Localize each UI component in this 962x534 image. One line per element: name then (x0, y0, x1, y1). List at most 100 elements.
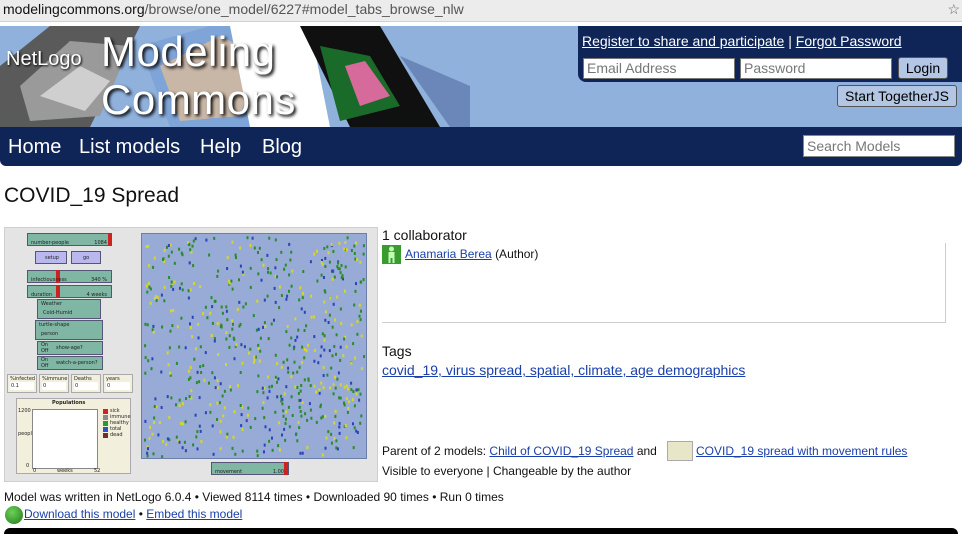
slider-value: 1084 (94, 240, 107, 246)
agent-mark (360, 414, 363, 418)
agent-mark (189, 322, 191, 326)
modeling-commons-logo-text[interactable]: Modeling Commons (101, 28, 470, 124)
agent-mark (333, 437, 336, 440)
nav-home[interactable]: Home (8, 136, 61, 159)
forgot-password-link[interactable]: Forgot Password (796, 33, 902, 49)
agent-mark (238, 324, 241, 328)
agent-mark (191, 244, 194, 248)
agent-mark (271, 384, 273, 388)
agent-mark (296, 386, 299, 389)
agent-mark (274, 375, 277, 379)
agent-mark (362, 244, 365, 248)
nav-blog[interactable]: Blog (262, 136, 302, 159)
agent-mark (196, 430, 199, 434)
button-label: go (83, 255, 90, 261)
agent-mark (210, 296, 213, 300)
agent-mark (214, 386, 217, 390)
agent-mark (252, 360, 255, 364)
password-field[interactable]: Password (740, 58, 892, 79)
agent-mark (292, 371, 295, 375)
agent-mark (195, 381, 198, 385)
agent-mark (257, 272, 260, 276)
agent-mark (196, 447, 199, 451)
agent-mark (172, 287, 175, 291)
model-preview-image[interactable]: number-people 1084 setup go infectiousne… (4, 227, 378, 482)
agent-mark (196, 370, 199, 374)
agent-mark (219, 430, 222, 434)
agent-mark (171, 324, 174, 328)
bookmark-star-icon[interactable]: ☆ (947, 0, 960, 18)
agent-mark (180, 282, 183, 286)
download-globe-icon[interactable] (5, 506, 23, 524)
download-model-link[interactable]: Download this model (24, 507, 135, 521)
agent-mark (286, 294, 289, 298)
agent-mark (198, 424, 201, 428)
agent-mark (285, 330, 288, 334)
agent-mark (299, 389, 302, 393)
child-model-thumbnail[interactable] (667, 441, 693, 461)
netlogo-logo-text[interactable]: NetLogo (6, 48, 82, 71)
author-link[interactable]: Anamaria Berea (405, 247, 492, 261)
agent-mark (271, 436, 273, 440)
agent-mark (360, 309, 362, 313)
agent-mark (225, 363, 227, 366)
agent-mark (332, 392, 335, 396)
parent-prefix: Parent of 2 models: (382, 444, 487, 458)
browser-url-bar[interactable]: modelingcommons.org/browse/one_model/622… (0, 0, 962, 22)
agent-mark (261, 386, 264, 390)
agent-mark (335, 439, 338, 443)
agent-mark (307, 343, 310, 347)
agent-mark (192, 239, 195, 243)
agent-mark (202, 364, 205, 368)
agent-mark (188, 395, 191, 398)
child-model-link-2[interactable]: COVID_19 spread with movement rules (696, 444, 907, 458)
login-button[interactable]: Login (898, 57, 948, 79)
author-avatar[interactable] (382, 245, 401, 264)
agent-mark (268, 439, 271, 443)
agent-mark (189, 288, 192, 292)
agent-mark (298, 365, 301, 369)
nav-list-models[interactable]: List models (79, 136, 180, 159)
register-link[interactable]: Register to share and participate (582, 33, 784, 49)
agent-mark (292, 347, 295, 351)
agent-mark (231, 319, 234, 323)
start-togetherjs-button[interactable]: Start TogetherJS (837, 85, 957, 107)
agent-mark (195, 435, 198, 439)
email-field[interactable]: Email Address (583, 58, 735, 79)
agent-mark (327, 430, 330, 434)
agent-mark (356, 320, 359, 324)
embed-model-link[interactable]: Embed this model (146, 507, 242, 521)
agent-mark (344, 289, 346, 293)
agent-mark (290, 250, 293, 254)
search-input[interactable]: Search Models (803, 135, 955, 157)
agent-mark (290, 284, 293, 288)
agent-mark (322, 374, 325, 377)
agent-mark (274, 266, 277, 270)
agent-mark (273, 286, 276, 290)
agent-mark (225, 337, 228, 341)
child-model-link-1[interactable]: Child of COVID_19 Spread (489, 444, 633, 458)
model-tabs-bar[interactable] (4, 528, 958, 534)
agent-mark (185, 397, 187, 401)
agent-mark (323, 276, 325, 279)
slider-movement: movement 1.00 (211, 462, 289, 475)
agent-mark (221, 311, 224, 315)
nav-help[interactable]: Help (200, 136, 241, 159)
agent-mark (235, 343, 238, 347)
agent-mark (231, 327, 234, 331)
tags-links[interactable]: covid_19, virus spread, spatial, climate… (382, 362, 745, 378)
agent-mark (240, 343, 243, 347)
agent-mark (327, 251, 330, 255)
slider-number-people: number-people 1084 (27, 233, 112, 246)
agent-mark (297, 392, 300, 395)
agent-mark (313, 315, 315, 319)
agent-mark (276, 395, 279, 399)
switch-off: Off (41, 363, 49, 369)
agent-mark (276, 362, 279, 366)
agent-mark (324, 446, 327, 450)
agent-mark (194, 237, 197, 241)
agent-mark (271, 448, 274, 452)
agent-mark (166, 437, 169, 441)
agent-mark (146, 451, 149, 455)
chooser-label: turtle-shape (39, 322, 70, 328)
